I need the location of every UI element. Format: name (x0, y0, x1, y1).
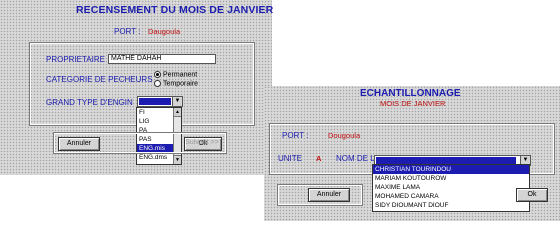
grand-type-label: GRAND TYPE D'ENGIN (46, 98, 133, 107)
port-label: PORT : (282, 131, 309, 140)
radio-temporaire[interactable]: Temporaire (154, 80, 198, 87)
window-title: ECHANTILLONNAGE (360, 88, 461, 99)
categorie-label: CATEGORIE DE PECHEURS (46, 75, 153, 84)
scroll-up-icon[interactable]: ▲ (174, 108, 181, 117)
annuler-button[interactable]: Annuler (308, 188, 350, 202)
radio-permanent[interactable]: Permanent (154, 71, 197, 78)
barque-dropdown-list[interactable]: CHRISTIAN TOURINDOU MARIAM KOUTOUROW MAX… (372, 164, 530, 212)
window-title: RECENSEMENT DU MOIS DE JANVIER (76, 4, 274, 16)
list-item[interactable]: MOHAMED CAMARA (373, 192, 529, 201)
chevron-down-icon[interactable]: ▼ (172, 97, 182, 106)
unite-value: A (316, 154, 322, 163)
list-item[interactable]: SIDY DIOUMANT DIOUF (373, 201, 529, 210)
unite-label: UNITE (278, 154, 302, 163)
ok-button[interactable]: Ok (516, 188, 548, 202)
port-label: PORT : (114, 27, 141, 36)
radio-unchecked-icon (154, 80, 161, 87)
window-subtitle: MOIS DE JANVIER (380, 99, 446, 108)
echantillonnage-window: ECHANTILLONNAGE MOIS DE JANVIER PORT : D… (264, 86, 560, 221)
port-value: Daugoula (148, 27, 181, 36)
recensement-window: RECENSEMENT DU MOIS DE JANVIER PORT : Da… (0, 0, 274, 175)
proprietaire-field[interactable]: MATHE DAHAH (108, 54, 216, 64)
engin-combobox[interactable]: ▼ (137, 96, 183, 107)
barque-selected (376, 157, 516, 164)
port-value: Dougoula (328, 131, 361, 140)
suivant-button[interactable]: Suivant >> (184, 137, 220, 149)
proprietaire-label: PROPRIETAIRE (46, 55, 105, 64)
scroll-down-icon[interactable]: ▼ (174, 155, 181, 164)
radio-checked-icon (154, 71, 161, 78)
annuler-button[interactable]: Annuler (58, 137, 100, 151)
list-item-highlighted[interactable]: CHRISTIAN TOURINDOU (373, 165, 529, 174)
list-item[interactable]: MAXIME LAMA (373, 183, 529, 192)
engin-selected (139, 98, 171, 105)
list-item[interactable]: MARIAM KOUTOUROW (373, 174, 529, 183)
